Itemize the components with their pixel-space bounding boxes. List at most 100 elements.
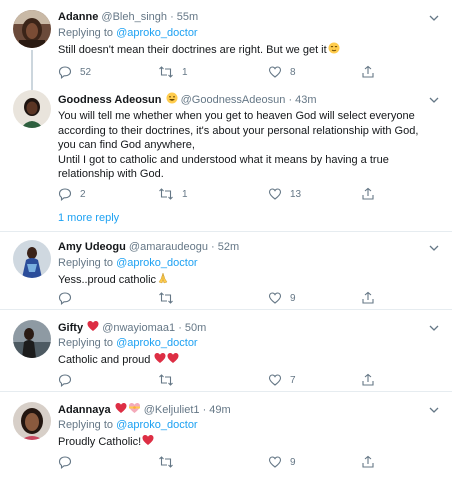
tweet-time[interactable]: · 52m — [211, 241, 239, 253]
reply-icon — [58, 188, 72, 201]
tweet-actions: 9 — [58, 454, 398, 470]
heart-icon — [268, 188, 282, 200]
retweet-button[interactable]: 1 — [158, 186, 188, 202]
tweet-text: Still doesn't mean their doctrines are r… — [58, 42, 442, 59]
retweet-icon — [159, 292, 173, 304]
replying-to: Replying to @aproko_doctor — [58, 257, 198, 269]
like-button[interactable]: 7 — [268, 372, 296, 388]
avatar[interactable] — [13, 402, 51, 440]
like-count: 9 — [290, 456, 296, 468]
share-icon — [362, 291, 374, 304]
author-name[interactable]: Adanne — [58, 11, 98, 23]
author-handle[interactable]: @Bleh_singh — [101, 11, 167, 23]
like-button[interactable]: 8 — [268, 64, 296, 80]
more-replies-link[interactable]: 1 more reply — [58, 212, 119, 224]
tweet-actions: 9 — [58, 290, 398, 306]
author-name[interactable]: Gifty — [58, 322, 83, 334]
mention-link[interactable]: @aproko_doctor — [116, 337, 198, 349]
retweet-button[interactable] — [158, 290, 182, 306]
author-handle[interactable]: @Keljuliet1 — [144, 404, 200, 416]
tweet-actions: 7 — [58, 372, 398, 388]
retweet-icon — [159, 374, 173, 386]
share-icon — [362, 373, 374, 386]
mention-link[interactable]: @aproko_doctor — [116, 419, 198, 431]
like-button[interactable]: 9 — [268, 454, 296, 470]
tweet-adannaya[interactable]: Adannaya @Keljuliet1 · 49m Replying to @… — [0, 392, 452, 480]
like-count: 8 — [290, 66, 296, 78]
like-count: 13 — [290, 188, 302, 200]
replying-to: Replying to @aproko_doctor — [58, 337, 198, 349]
reply-button[interactable] — [58, 454, 80, 470]
share-button[interactable] — [361, 372, 375, 388]
author-name[interactable]: Adannaya — [58, 404, 111, 416]
tweet-time[interactable]: · 43m — [288, 94, 316, 106]
replying-to: Replying to @aproko_doctor — [58, 27, 198, 39]
grinning-face-icon — [166, 92, 178, 108]
heart-icon — [268, 66, 282, 78]
tweet-time[interactable]: · 55m — [170, 11, 198, 23]
avatar[interactable] — [13, 240, 51, 278]
like-button[interactable]: 13 — [268, 186, 301, 202]
red-heart-icon — [154, 352, 166, 369]
heart-icon — [268, 292, 282, 304]
retweet-button[interactable] — [158, 454, 182, 470]
chevron-down-icon[interactable] — [428, 12, 440, 24]
tweet-adanne[interactable]: Adanne @Bleh_singh · 55m Replying to @ap… — [0, 0, 452, 82]
avatar[interactable] — [13, 90, 51, 128]
share-icon — [362, 65, 374, 78]
like-count: 9 — [290, 292, 296, 304]
relieved-face-icon — [328, 42, 340, 59]
retweet-count: 1 — [182, 66, 188, 78]
reply-button[interactable] — [58, 290, 80, 306]
tweet-amy-udeogu[interactable]: Amy Udeogu @amaraudeogu · 52m Replying t… — [0, 232, 452, 310]
author-name[interactable]: Amy Udeogu — [58, 241, 126, 253]
like-count: 7 — [290, 374, 296, 386]
tweet-text: Yess..proud catholic — [58, 272, 442, 289]
red-heart-icon — [167, 352, 179, 369]
retweet-icon — [159, 188, 173, 200]
reply-button[interactable]: 52 — [58, 64, 91, 80]
heart-icon — [268, 456, 282, 468]
tweet-text: You will tell me whether when you get to… — [58, 110, 419, 180]
reply-count: 52 — [80, 66, 92, 78]
author-handle[interactable]: @nwayiomaa1 — [102, 322, 175, 334]
avatar[interactable] — [13, 10, 51, 48]
reply-icon — [58, 374, 72, 387]
retweet-icon — [159, 66, 173, 78]
red-heart-icon — [87, 320, 99, 336]
mention-link[interactable]: @aproko_doctor — [116, 257, 198, 269]
tweet-text: Proudly Catholic! — [58, 434, 442, 451]
retweet-count: 1 — [182, 188, 188, 200]
tweet-gifty[interactable]: Gifty @nwayiomaa1 · 50m Replying to @apr… — [0, 310, 452, 392]
retweet-icon — [159, 456, 173, 468]
author-handle[interactable]: @GoodnessAdeosun — [181, 94, 286, 106]
chevron-down-icon[interactable] — [428, 404, 440, 416]
share-button[interactable] — [361, 454, 375, 470]
chevron-down-icon[interactable] — [428, 94, 440, 106]
mention-link[interactable]: @aproko_doctor — [116, 27, 198, 39]
avatar[interactable] — [13, 320, 51, 358]
tweet-time[interactable]: · 50m — [178, 322, 206, 334]
retweet-button[interactable] — [158, 372, 182, 388]
tweet-actions: 52 1 8 — [58, 64, 398, 80]
retweet-button[interactable]: 1 — [158, 64, 188, 80]
reply-button[interactable] — [58, 372, 80, 388]
author-handle[interactable]: @amaraudeogu — [129, 241, 208, 253]
replying-to: Replying to @aproko_doctor — [58, 419, 198, 431]
red-heart-icon — [142, 434, 154, 451]
share-button[interactable] — [361, 290, 375, 306]
folded-hands-icon — [157, 272, 169, 289]
tweet-goodness-adeosun[interactable]: Goodness Adeosun @GoodnessAdeosun · 43m … — [0, 82, 452, 232]
reply-icon — [58, 456, 72, 469]
like-button[interactable]: 9 — [268, 290, 296, 306]
chevron-down-icon[interactable] — [428, 322, 440, 334]
share-button[interactable] — [361, 186, 375, 202]
share-icon — [362, 455, 374, 468]
chevron-down-icon[interactable] — [428, 242, 440, 254]
tweet-time[interactable]: · 49m — [203, 404, 231, 416]
reply-icon — [58, 292, 72, 305]
tweet-actions: 2 1 13 — [58, 186, 398, 202]
share-button[interactable] — [361, 64, 375, 80]
reply-button[interactable]: 2 — [58, 186, 86, 202]
author-name[interactable]: Goodness Adeosun — [58, 94, 162, 106]
